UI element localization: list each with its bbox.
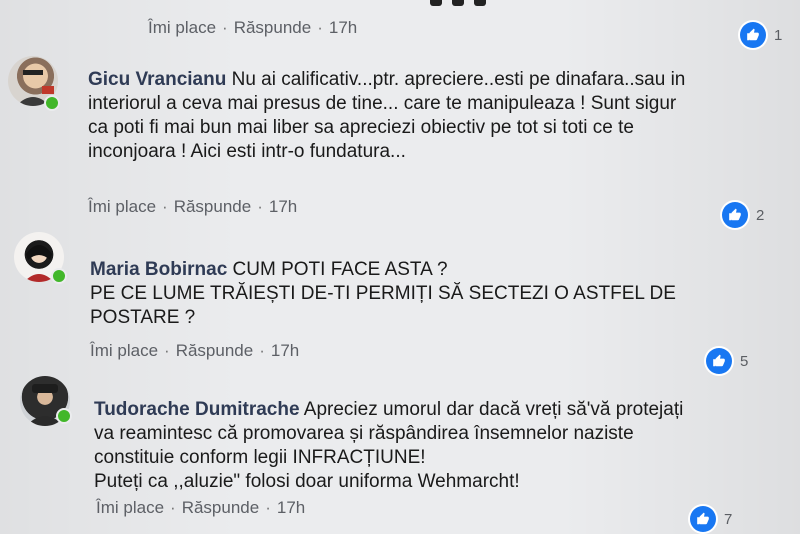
online-indicator (44, 95, 60, 111)
separator: · (257, 197, 263, 216)
comment-text-line: interiorul a ceva mai presus de tine... … (88, 93, 677, 114)
reactions[interactable]: 5 (706, 348, 748, 374)
like-link[interactable]: Îmi place (88, 197, 156, 217)
timestamp[interactable]: 17h (277, 498, 305, 518)
separator: · (259, 341, 265, 360)
comment-body: Gicu Vrancianu Nu ai calificativ...ptr. … (88, 68, 788, 164)
comment-text-line: ca poti fi mai bun mai liber sa apreciez… (88, 117, 634, 138)
separator: · (265, 498, 271, 517)
comment-body: Tudorache Dumitrache Apreciez umorul dar… (94, 398, 784, 494)
comment-actions-top: Îmi place · Răspunde · 17h (148, 18, 357, 38)
comment-actions: Îmi place · Răspunde · 17h (96, 498, 305, 518)
comment-text-line: POSTARE ? (90, 307, 196, 328)
comment-author[interactable]: Maria Bobirnac (90, 259, 227, 280)
reactions-top[interactable]: 1 (740, 22, 782, 48)
separator: · (222, 18, 228, 37)
reply-link[interactable]: Răspunde (176, 341, 254, 361)
timestamp[interactable]: 17h (329, 18, 357, 38)
separator: · (162, 197, 168, 216)
separator: · (164, 341, 170, 360)
comment-text-line: CUM POTI FACE ASTA ? (232, 259, 448, 280)
comment-text-line: inconjoara ! Aici esti intr-o fundatura.… (88, 141, 406, 162)
comment-text-line: va reamintesc că promovarea și răspândir… (94, 423, 634, 444)
comment-actions: Îmi place · Răspunde · 17h (90, 341, 299, 361)
thumbs-up-icon (740, 22, 766, 48)
timestamp[interactable]: 17h (271, 341, 299, 361)
reaction-count: 1 (774, 26, 783, 44)
comment-author[interactable]: Tudorache Dumitrache (94, 399, 300, 420)
comment-actions: Îmi place · Răspunde · 17h (88, 197, 297, 217)
reply-link[interactable]: Răspunde (174, 197, 252, 217)
separator: · (317, 18, 323, 37)
thumbs-up-icon (722, 202, 748, 228)
online-indicator (56, 408, 72, 424)
reactions[interactable]: 7 (690, 506, 732, 532)
comment-text-line: PE CE LUME TRĂIEȘTI DE-TI PERMIȚI SĂ SEC… (90, 283, 676, 304)
thumbs-up-icon (690, 506, 716, 532)
like-link[interactable]: Îmi place (90, 341, 158, 361)
reaction-count: 5 (740, 352, 749, 370)
reactions[interactable]: 2 (722, 202, 764, 228)
comment-text-line: Puteți ca ,,aluzie" folosi doar uniforma… (94, 471, 520, 492)
comment-text-line: Apreciez umorul dar dacă vreți să'vă pro… (303, 399, 684, 420)
like-link[interactable]: Îmi place (96, 498, 164, 518)
timestamp[interactable]: 17h (269, 197, 297, 217)
thumbs-up-icon (706, 348, 732, 374)
comment-text-line: constituie conform legii INFRACȚIUNE! (94, 447, 426, 468)
comment-author[interactable]: Gicu Vrancianu (88, 69, 226, 90)
comment-body: Maria Bobirnac CUM POTI FACE ASTA ? PE C… (90, 258, 780, 330)
reaction-count: 7 (724, 510, 733, 528)
separator: · (170, 498, 176, 517)
reply-link[interactable]: Răspunde (234, 18, 312, 38)
online-indicator (51, 268, 67, 284)
cropped-previous-content (430, 0, 500, 6)
like-link[interactable]: Îmi place (148, 18, 216, 38)
comment-text-line: Nu ai calificativ...ptr. apreciere..esti… (231, 69, 686, 90)
reply-link[interactable]: Răspunde (182, 498, 260, 518)
reaction-count: 2 (756, 206, 765, 224)
